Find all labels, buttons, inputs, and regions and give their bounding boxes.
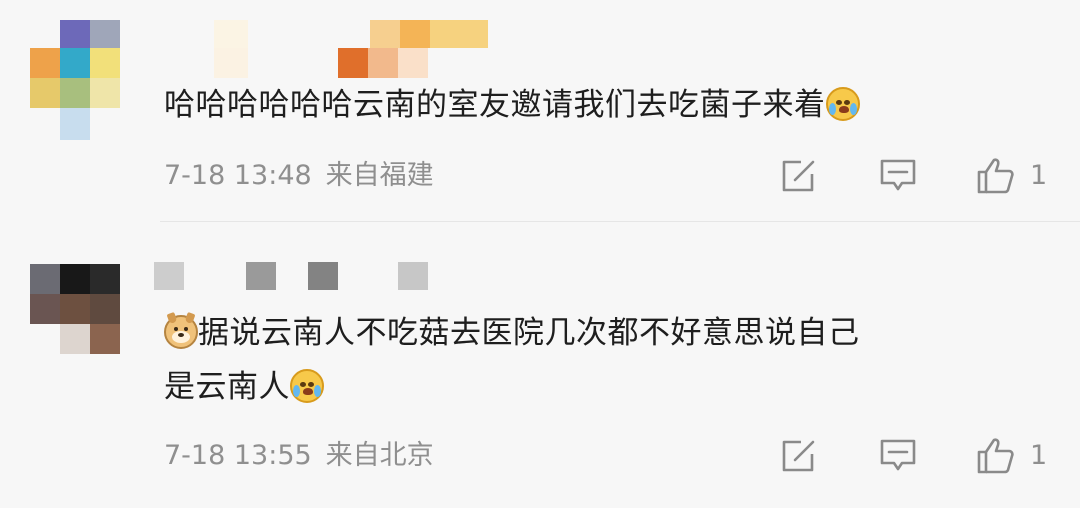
timestamp: 7-18 13:55 [164,440,312,471]
comment-text: 哈哈哈哈哈哈云南的室友邀请我们去吃菌子来着 [164,78,860,132]
reply-button[interactable] [876,154,920,198]
comment-icon [880,439,916,471]
like-button[interactable] [974,154,1018,198]
timestamp: 7-18 13:48 [164,160,312,191]
share-button[interactable] [776,154,820,198]
like-button[interactable] [974,434,1018,478]
laughing-crying-emoji [290,369,324,403]
reply-button[interactable] [876,434,920,478]
thumbs-up-icon [977,158,1014,194]
comment-meta: 7-18 13:48 来自福建 [164,156,448,196]
share-edit-icon [782,160,815,192]
comment-item-1: 哈哈哈哈哈哈云南的室友邀请我们去吃菌子来着 7-18 13:48 来自福建 1 [0,0,1080,222]
crying-face-emoji [825,87,860,121]
like-count: 1 [1030,440,1048,471]
location: 来自北京 [325,440,434,471]
share-button[interactable] [776,434,820,478]
comment-meta: 7-18 13:55 来自北京 [164,436,448,476]
thumbs-up-icon [977,438,1014,474]
like-count: 1 [1030,160,1048,191]
location: 来自福建 [325,160,434,191]
comment-icon [880,159,916,191]
share-edit-icon [782,440,815,472]
doge-emoji [164,311,198,349]
comment-item-2: 据说云南人不吃菇去医院几次都不好意思说自己 是云南人 7-18 13:55 来自北京… [0,222,1080,508]
comment-text: 据说云南人不吃菇去医院几次都不好意思说自己 是云南人 [164,306,860,414]
